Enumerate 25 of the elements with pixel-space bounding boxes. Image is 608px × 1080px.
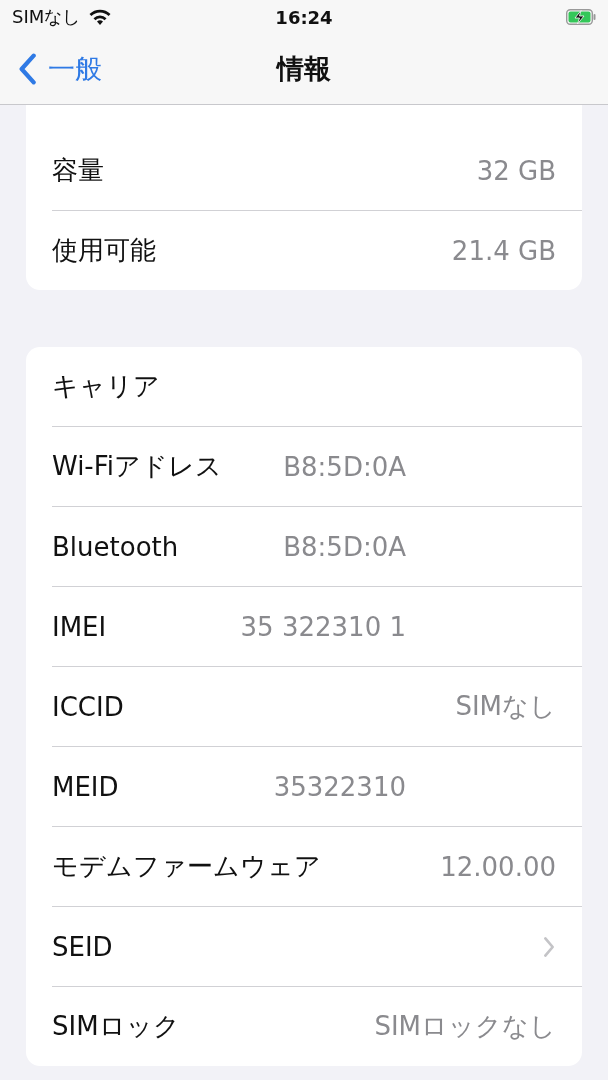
row-label: 使用可能	[52, 234, 156, 267]
row-value: 35322310	[273, 771, 406, 802]
row-value: 35 322310 1	[240, 611, 406, 642]
row-label: ICCID	[52, 691, 124, 722]
page-title: 情報	[277, 52, 331, 86]
row-value: 32 GB	[476, 155, 556, 186]
status-time: 16:24	[275, 6, 333, 28]
wifi-icon	[88, 8, 113, 26]
row-label: IMEI	[52, 611, 107, 642]
carrier-label: SIMなし	[12, 5, 81, 29]
row-label: Wi-Fiアドレス	[52, 450, 223, 483]
row-value: 12.00.00	[440, 851, 556, 882]
row-label: モデムファームウェア	[52, 850, 321, 883]
row-label: MEID	[52, 771, 119, 802]
row-value: SIMなし	[455, 690, 556, 723]
row-value: B8:5D:0A	[283, 451, 406, 482]
row-value: B8:5D:0A	[283, 531, 406, 562]
back-button[interactable]: 一般	[16, 51, 102, 87]
row-label: Bluetooth	[52, 531, 179, 562]
row-value: SIMロックなし	[374, 1010, 556, 1043]
row-label: 容量	[52, 154, 104, 187]
row-label: SEID	[52, 931, 113, 962]
row-value: 21.4 GB	[451, 235, 556, 266]
row-label: キャリア	[52, 370, 160, 403]
row-label: SIMロック	[52, 1010, 180, 1043]
